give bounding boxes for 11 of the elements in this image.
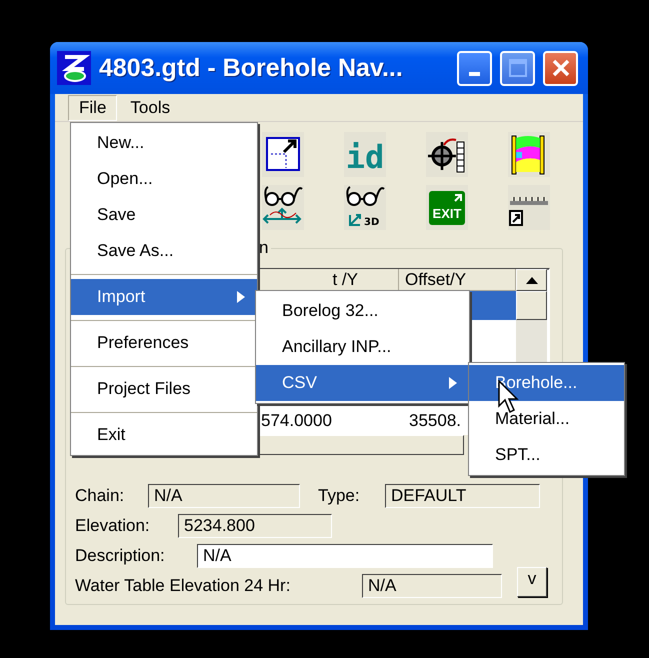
field-label: Chain: — [75, 486, 126, 506]
readonly-field: N/A — [362, 574, 502, 598]
field-label: Type: — [318, 486, 361, 506]
window-title: 4803.gtd - Borehole Nav... — [99, 54, 404, 82]
field-label: Description: — [75, 546, 166, 566]
readonly-field: 5234.800 — [178, 514, 332, 538]
field-label: Elevation: — [75, 516, 151, 536]
readonly-field: N/A — [148, 484, 300, 508]
table-cell-text: 574.0000 — [260, 410, 333, 432]
field-label: Water Table Elevation 24 Hr: — [75, 576, 292, 596]
readonly-field: DEFAULT — [385, 484, 540, 508]
